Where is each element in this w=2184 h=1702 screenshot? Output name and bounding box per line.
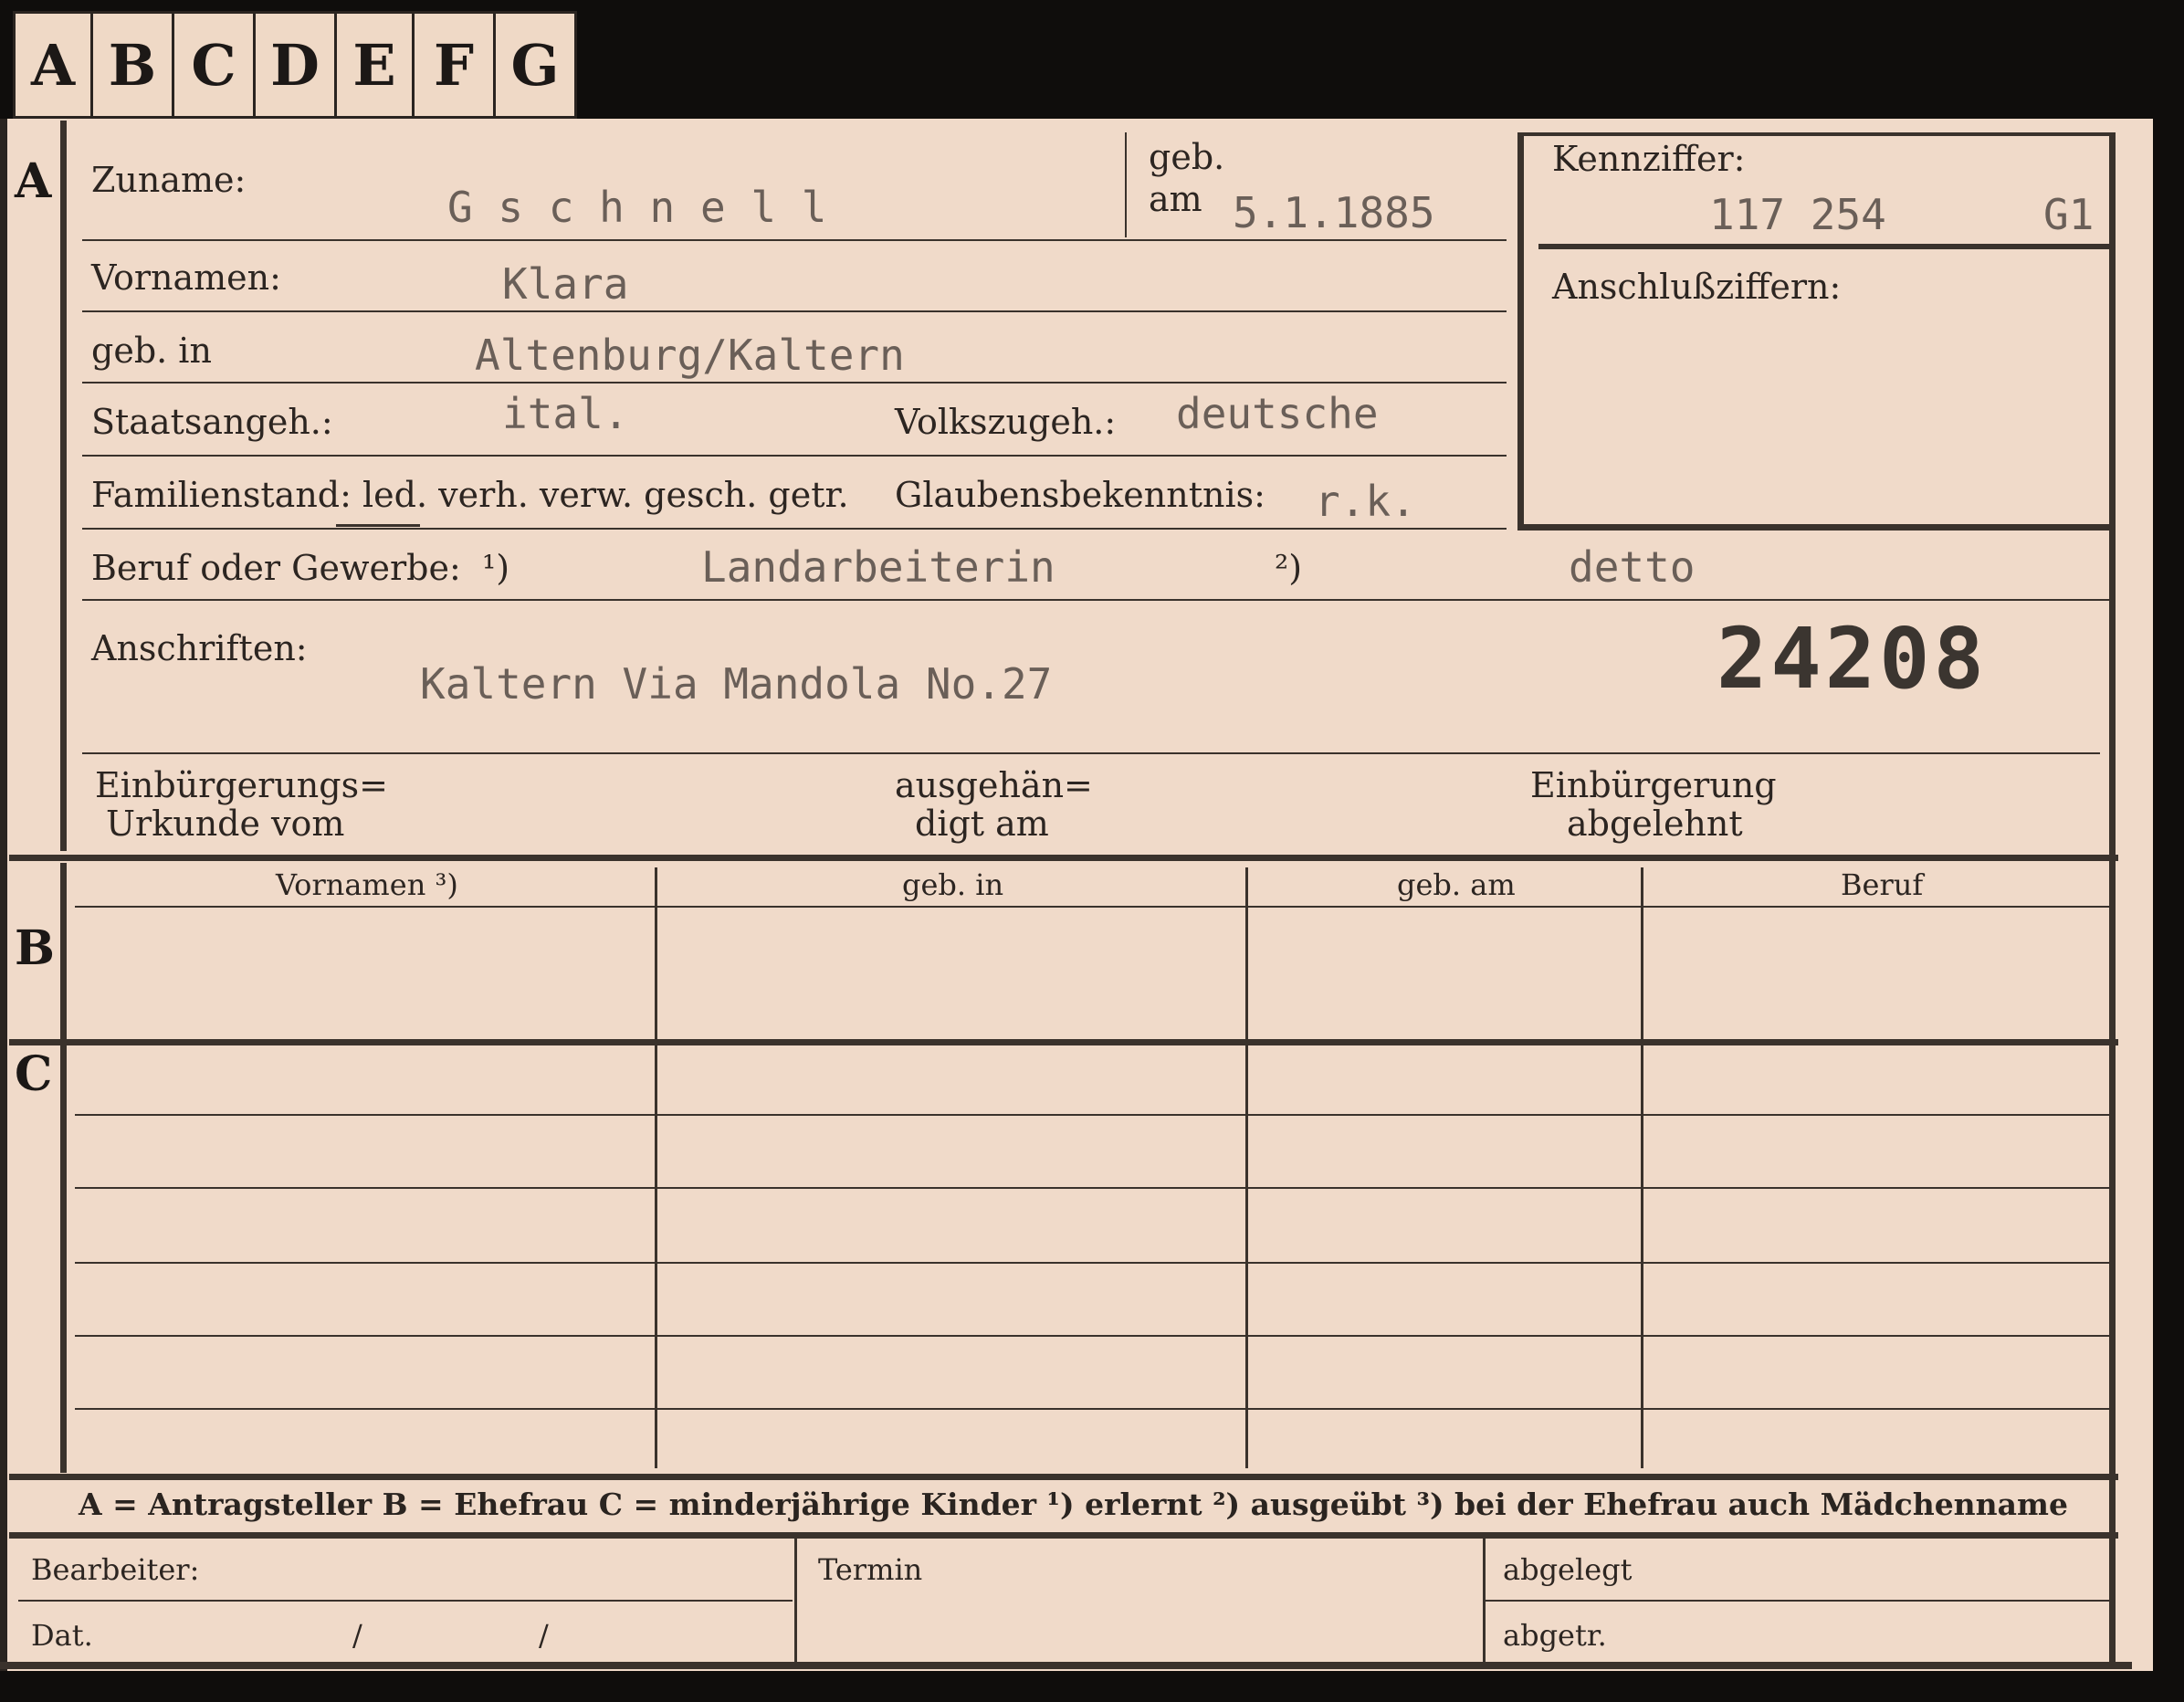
c-row-line (75, 1187, 2111, 1189)
geb-am-value: 5.1.1885 (1233, 188, 1435, 237)
card-right-rule (2109, 530, 2116, 1669)
kennziffer-box-right (2109, 132, 2116, 530)
dat-slash-2: / (539, 1618, 549, 1653)
row-line (82, 239, 1507, 241)
anschriften-value: Kaltern Via Mandola No.27 (420, 659, 1053, 709)
familienstand-label: Familienstand: led. verh. verw. gesch. g… (91, 475, 849, 515)
geb-divider (1125, 132, 1127, 237)
card-bottom-rule (0, 1662, 2132, 1669)
einbuergerung-abgelehnt-label-1: Einbürgerung (1530, 765, 1777, 805)
c-row-line (75, 1114, 2111, 1116)
staatsangeh-label: Staatsangeh.: (91, 402, 333, 442)
geb-in-value: Altenburg/Kaltern (475, 331, 905, 380)
section-a-letter: A (15, 153, 52, 209)
geb-label: geb. (1149, 137, 1225, 177)
section-c-top-rule (9, 1039, 2118, 1045)
legend-top-rule (9, 1474, 2118, 1480)
section-bc-rule (60, 863, 67, 1473)
col-geb-in-header: geb. in (902, 867, 1004, 902)
footer-mid-line-right (1485, 1600, 2115, 1602)
section-b-top-rule (9, 855, 2118, 861)
geb-in-label: geb. in (91, 331, 212, 371)
anschlussziffern-label: Anschlußziffern: (1552, 267, 1842, 307)
glaubensbekenntnis-value: r.k. (1315, 477, 1416, 526)
row-line (82, 455, 1507, 457)
col-vornamen-header: Vornamen ³) (276, 867, 458, 902)
kennziffer-box-top (1517, 132, 2116, 136)
zuname-label: Zuname: (91, 160, 247, 200)
vornamen-label: Vornamen: (91, 257, 281, 298)
row-line (82, 310, 1507, 312)
kennziffer-box-left (1517, 132, 1524, 530)
abgetr-label: abgetr. (1503, 1618, 1607, 1653)
dat-label: Dat. (31, 1618, 93, 1653)
header-underline (75, 906, 2111, 908)
tab-e: E (334, 11, 415, 119)
kennziffer-label: Kennziffer: (1552, 139, 1746, 179)
volkszugeh-value: deutsche (1176, 389, 1379, 438)
tab-a: A (13, 11, 93, 119)
am-label: am (1149, 179, 1202, 219)
stamp-number: 24208 (1717, 610, 1988, 708)
einbuergerung-abgelehnt-label-2: abgelehnt (1567, 804, 1743, 844)
glaubensbekenntnis-label: Glaubensbekenntnis: (895, 475, 1265, 515)
tab-d: D (253, 11, 337, 119)
familienstand-led-underline (336, 524, 420, 527)
row-line (82, 599, 2109, 601)
legend-text: A = Antragsteller B = Ehefrau C = minder… (79, 1487, 2068, 1522)
col-divider-3 (1641, 867, 1643, 1468)
c-row-line (75, 1335, 2111, 1337)
tab-f: F (412, 11, 496, 119)
footer-divider-1 (794, 1539, 797, 1662)
section-b-letter: B (15, 920, 55, 976)
volkszugeh-label: Volkszugeh.: (895, 402, 1117, 442)
row-line (82, 382, 1507, 383)
dat-slash-1: / (352, 1618, 362, 1653)
vornamen-value: Klara (502, 259, 629, 309)
termin-label: Termin (818, 1552, 923, 1587)
einbuergerung-urkunde-label-2: Urkunde vom (106, 804, 345, 844)
col-beruf-header: Beruf (1841, 867, 1924, 902)
tab-g: G (493, 11, 577, 119)
beruf-note2: ²) (1275, 548, 1303, 588)
einbuergerung-urkunde-label-1: Einbürgerungs= (95, 765, 388, 805)
ausgehaendigt-label-2: digt am (915, 804, 1049, 844)
staatsangeh-value: ital. (502, 389, 629, 438)
section-c-letter: C (15, 1046, 53, 1102)
anschriften-label: Anschriften: (91, 628, 308, 668)
row-line (82, 528, 1507, 530)
ausgehaendigt-label-1: ausgehän= (895, 765, 1093, 805)
beruf-ausgeuebt-value: detto (1569, 542, 1696, 592)
kennziffer-box-bottom (1517, 524, 2116, 531)
row-line (82, 752, 2100, 754)
col-divider-1 (655, 867, 657, 1468)
abgelegt-label: abgelegt (1503, 1552, 1633, 1587)
section-a-rule (60, 121, 67, 851)
legend-bottom-rule (9, 1532, 2118, 1539)
kennziffer-underline (1538, 244, 2112, 249)
beruf-note1: ¹) (482, 548, 510, 588)
c-row-line (75, 1262, 2111, 1264)
beruf-erlernt-value: Landarbeiterin (701, 542, 1055, 592)
kennziffer-number: 117 254 (1709, 190, 1886, 239)
bearbeiter-label: Bearbeiter: (31, 1552, 200, 1587)
kennziffer-suffix: G1 (2043, 190, 2095, 239)
zuname-value: G s c h n e l l (447, 183, 827, 232)
tab-c: C (172, 11, 256, 119)
tab-b: B (90, 11, 174, 119)
beruf-label: Beruf oder Gewerbe: (91, 548, 461, 588)
c-row-line (75, 1408, 2111, 1410)
col-geb-am-header: geb. am (1397, 867, 1516, 902)
footer-mid-line (18, 1600, 793, 1602)
col-divider-2 (1245, 867, 1248, 1468)
